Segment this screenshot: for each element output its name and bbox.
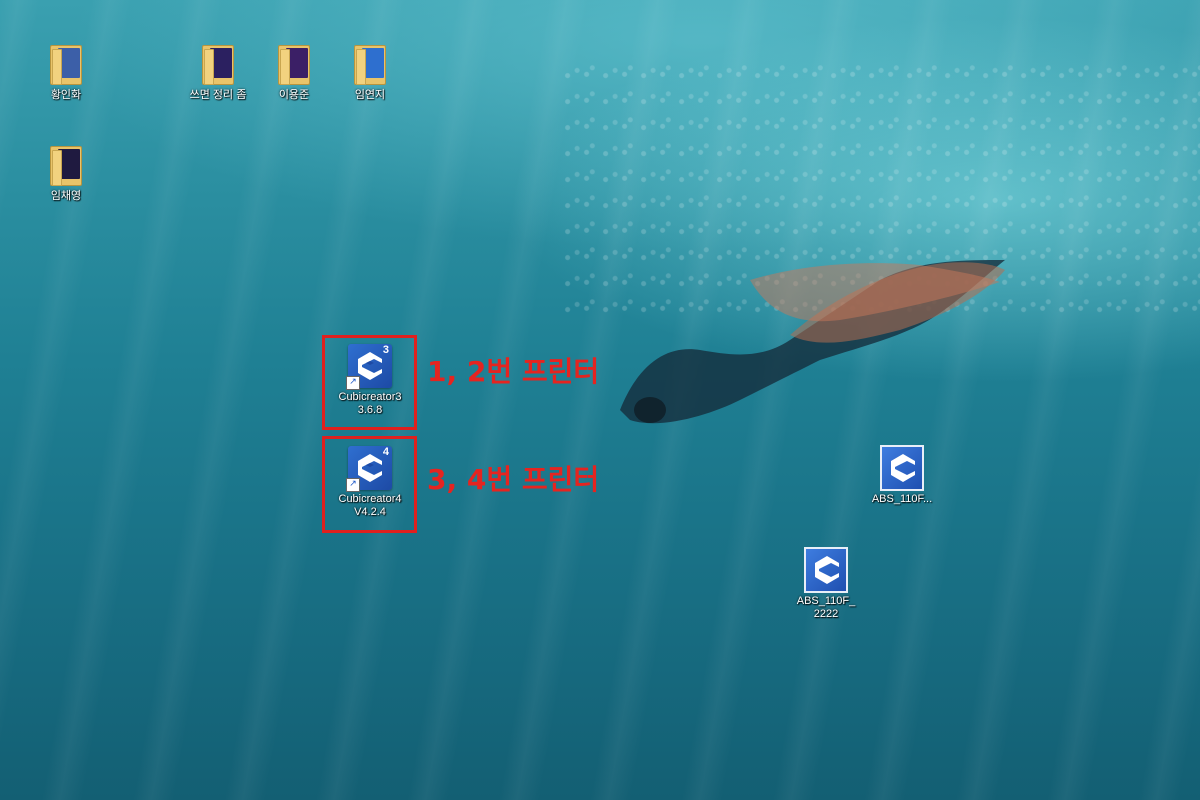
light-rays	[0, 0, 1200, 800]
folder-label: 임채영	[50, 190, 82, 202]
app-label: Cubicreator3 3.6.8	[338, 391, 402, 416]
file-abs-110f[interactable]: ABS_110F...	[860, 445, 944, 506]
folder-imyeonji[interactable]: 임연지	[328, 42, 412, 102]
folder-hwanginhwa[interactable]: 황인화	[24, 42, 108, 102]
app-label: Cubicreator4 V4.2.4	[338, 493, 402, 518]
cubicreator-file-icon	[880, 445, 924, 491]
file-label: ABS_110F_ 2222	[796, 595, 856, 620]
folder-label: 임연지	[354, 89, 386, 101]
cubicreator4-shortcut[interactable]: 4 ↗ Cubicreator4 V4.2.4	[328, 446, 412, 519]
folder-icon	[348, 42, 392, 86]
cubicreator-file-icon	[804, 547, 848, 593]
folder-iyongjun[interactable]: 이용준	[252, 42, 336, 102]
wallpaper-diver	[620, 260, 1005, 424]
annotation-printers-3-4: 3, 4번 프린터	[427, 463, 600, 496]
folder-sseumyeon[interactable]: 쓰면 정리 좀	[176, 42, 260, 102]
folder-label: 황인화	[50, 89, 82, 101]
cubicreator3-shortcut[interactable]: 3 ↗ Cubicreator3 3.6.8	[328, 344, 412, 417]
version-badge: 4	[382, 446, 389, 458]
folder-label: 쓰면 정리 좀	[189, 89, 247, 101]
cubicreator-icon: 4 ↗	[346, 446, 392, 492]
folder-icon	[44, 143, 88, 187]
shortcut-arrow-icon: ↗	[346, 478, 360, 492]
shortcut-arrow-icon: ↗	[346, 376, 360, 390]
cubicreator-icon: 3 ↗	[346, 344, 392, 390]
surface-glints	[560, 60, 1200, 320]
version-badge: 3	[382, 344, 389, 356]
file-label: ABS_110F...	[871, 493, 933, 505]
annotation-printers-1-2: 1, 2번 프린터	[427, 355, 600, 388]
folder-icon	[272, 42, 316, 86]
folder-label: 이용준	[278, 89, 310, 101]
folder-icon	[44, 42, 88, 86]
folder-icon	[196, 42, 240, 86]
file-abs-110f-2222[interactable]: ABS_110F_ 2222	[784, 547, 868, 621]
folder-imchaeyeong[interactable]: 임채영	[24, 143, 108, 203]
desktop: 황인화 쓰면 정리 좀 이용준 임연지 임채영 3 ↗ Cubicreator3…	[0, 0, 1200, 800]
